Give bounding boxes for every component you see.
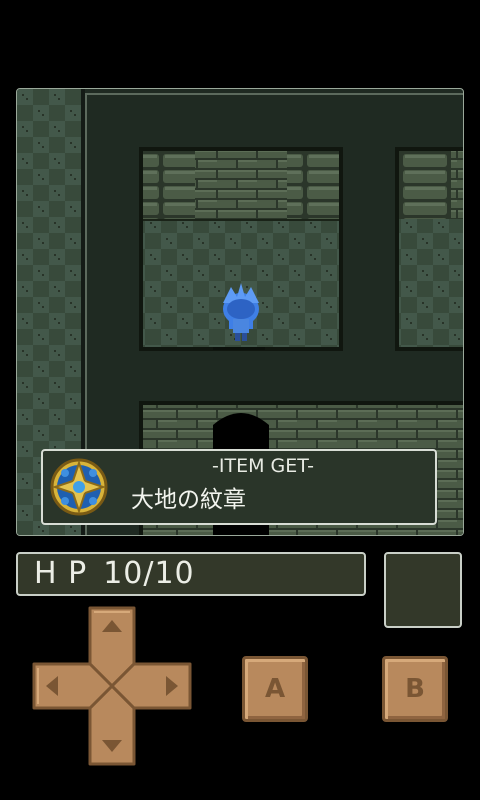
hp-value: 10/10 bbox=[103, 556, 195, 591]
b-button[interactable]: B bbox=[382, 656, 448, 722]
dpad bbox=[32, 606, 192, 766]
item-slot[interactable] bbox=[384, 552, 462, 628]
a-button[interactable]: A bbox=[242, 656, 308, 722]
item-get-dialog: -ITEM GET- 大地の紋章 bbox=[41, 449, 437, 525]
dialog-header: -ITEM GET- bbox=[212, 455, 314, 477]
game-viewport: -ITEM GET- 大地の紋章 bbox=[16, 88, 464, 536]
item-name: 大地の紋章 bbox=[131, 487, 246, 513]
hp-display: H P 10/10 bbox=[16, 552, 366, 596]
hp-label: H P bbox=[34, 556, 88, 591]
emblem-icon bbox=[49, 457, 109, 517]
room-right bbox=[395, 147, 463, 351]
